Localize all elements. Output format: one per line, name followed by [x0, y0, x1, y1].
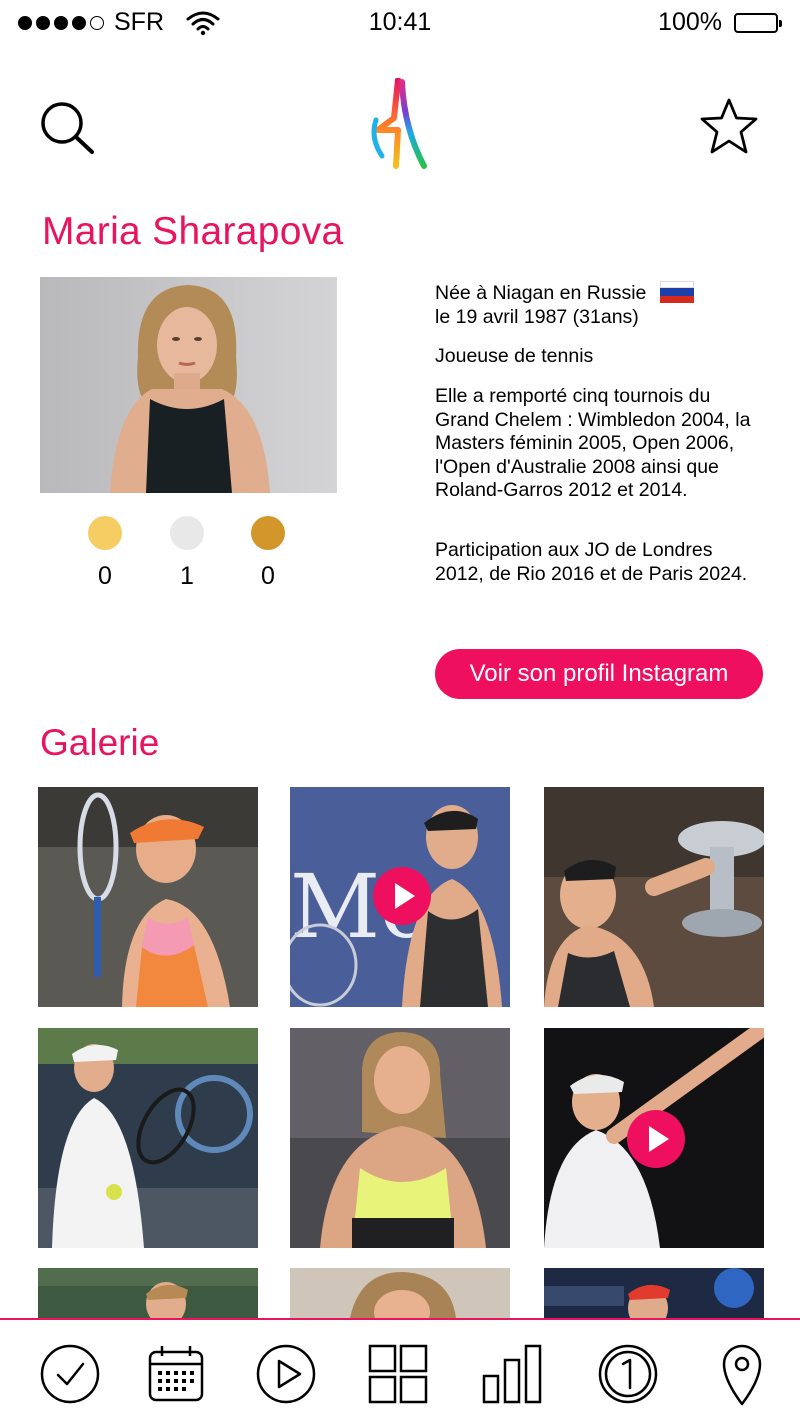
birth-info: Née à Niagan en Russie le 19 avril 1987 … [435, 280, 775, 329]
silver-medal-icon [170, 516, 204, 550]
number-one-circle-icon[interactable] [596, 1342, 660, 1406]
play-video-icon[interactable] [627, 1110, 685, 1168]
tab-bar [0, 1318, 800, 1423]
medal-tally: 0 1 0 [88, 516, 288, 596]
check-circle-icon[interactable] [38, 1342, 102, 1406]
battery-status: 100% [658, 8, 782, 37]
russia-flag-icon [660, 280, 695, 303]
bronze-medal-icon [251, 516, 285, 550]
gallery-item[interactable] [544, 787, 764, 1007]
battery-percent: 100% [658, 8, 722, 36]
gold-medal-icon [88, 516, 122, 550]
star-icon[interactable] [698, 96, 760, 156]
athlete-sport: Joueuse de tennis [435, 345, 594, 367]
gallery-item[interactable] [290, 1268, 510, 1318]
grid-icon[interactable] [366, 1342, 430, 1406]
search-icon[interactable] [38, 100, 96, 156]
paris-2024-logo[interactable] [368, 77, 432, 170]
gallery-item[interactable] [38, 1268, 258, 1318]
athlete-olympics: Participation aux JO de Londres 2012, de… [435, 539, 748, 585]
bar-chart-icon[interactable] [480, 1342, 544, 1406]
calendar-icon[interactable] [144, 1342, 208, 1406]
battery-icon [734, 12, 782, 33]
gallery-item[interactable] [544, 1028, 764, 1248]
athlete-name: Maria Sharapova [42, 210, 344, 253]
gallery-item[interactable] [290, 1028, 510, 1248]
gold-medal-count: 0 [98, 562, 112, 590]
gallery-title: Galerie [40, 722, 160, 763]
silver-medal-count: 1 [180, 562, 194, 590]
status-bar: SFR 10:41 100% [0, 0, 800, 46]
play-video-icon[interactable] [373, 867, 431, 925]
athlete-portrait [40, 277, 337, 493]
map-pin-icon[interactable] [710, 1342, 774, 1406]
birth-date: le 19 avril 1987 (31ans) [435, 305, 639, 328]
bronze-medal-count: 0 [261, 562, 275, 590]
birth-place: Née à Niagan en Russie [435, 282, 647, 304]
gallery-item[interactable] [38, 1028, 258, 1248]
play-circle-icon[interactable] [254, 1342, 318, 1406]
athlete-achievements: Elle a remporté cinq tournois du Grand C… [435, 385, 751, 501]
instagram-profile-button[interactable]: Voir son profil Instagram [435, 649, 763, 699]
gallery-item[interactable]: Mc [290, 787, 510, 1007]
gallery-item[interactable] [38, 787, 258, 1007]
gallery-item[interactable] [544, 1268, 764, 1318]
